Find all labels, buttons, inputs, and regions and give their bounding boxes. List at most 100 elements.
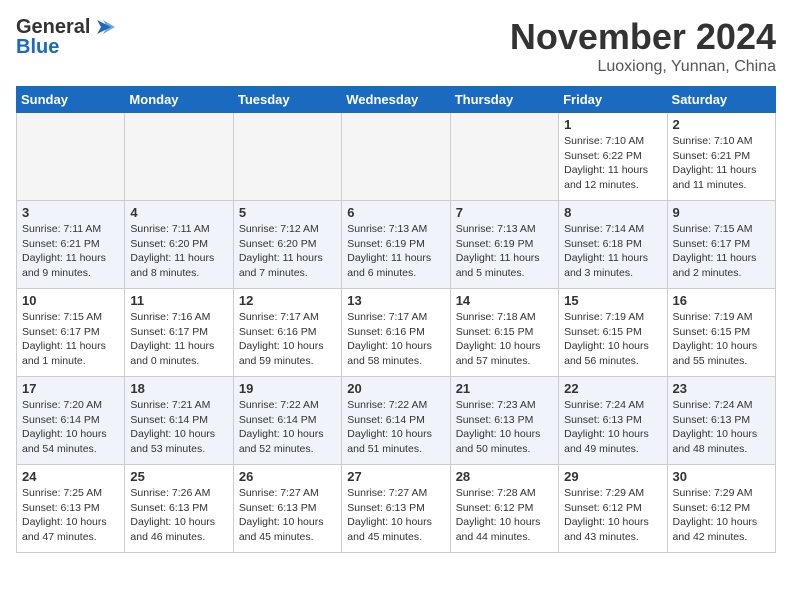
calendar-cell: 7Sunrise: 7:13 AM Sunset: 6:19 PM Daylig… [450, 201, 558, 289]
day-number: 28 [456, 469, 553, 484]
weekday-header-thursday: Thursday [450, 87, 558, 113]
calendar-cell: 25 Sunrise: 7:26 AM Sunset: 6:13 PM Dayli… [125, 465, 233, 553]
calendar-week-row: 3Sunrise: 7:11 AM Sunset: 6:21 PM Daylig… [17, 201, 776, 289]
day-number: 20 [347, 381, 444, 396]
logo-general: General [16, 16, 90, 38]
day-number: 21 [456, 381, 553, 396]
day-number: 27 [347, 469, 444, 484]
day-info: Sunrise: 7:25 AM Sunset: 6:13 PM Dayligh… [22, 486, 119, 545]
logo-text-block: General Blue [16, 16, 115, 58]
calendar-week-row: 10 Sunrise: 7:15 AM Sunset: 6:17 PM Dayli… [17, 289, 776, 377]
day-number: 8 [564, 205, 661, 220]
calendar-cell: 18 Sunrise: 7:21 AM Sunset: 6:14 PM Dayli… [125, 377, 233, 465]
day-info: Sunrise: 7:18 AM Sunset: 6:15 PM Dayligh… [456, 310, 553, 369]
day-number: 29 [564, 469, 661, 484]
day-info: Sunrise: 7:10 AM Sunset: 6:22 PM Dayligh… [564, 134, 661, 193]
calendar-cell: 24Sunrise: 7:25 AM Sunset: 6:13 PM Dayli… [17, 465, 125, 553]
day-info: Sunrise: 7:22 AM Sunset: 6:14 PM Dayligh… [347, 398, 444, 457]
calendar-cell: 30Sunrise: 7:29 AM Sunset: 6:12 PM Dayli… [667, 465, 775, 553]
day-number: 15 [564, 293, 661, 308]
weekday-header-monday: Monday [125, 87, 233, 113]
calendar-week-row: 17 Sunrise: 7:20 AM Sunset: 6:14 PM Dayli… [17, 377, 776, 465]
day-number: 4 [130, 205, 227, 220]
calendar-cell: 3Sunrise: 7:11 AM Sunset: 6:21 PM Daylig… [17, 201, 125, 289]
day-info: Sunrise: 7:19 AM Sunset: 6:15 PM Dayligh… [564, 310, 661, 369]
day-info: Sunrise: 7:17 AM Sunset: 6:16 PM Dayligh… [239, 310, 336, 369]
day-number: 6 [347, 205, 444, 220]
day-info: Sunrise: 7:11 AM Sunset: 6:20 PM Dayligh… [130, 222, 227, 281]
day-number: 25 [130, 469, 227, 484]
month-title: November 2024 [510, 16, 776, 58]
day-number: 30 [673, 469, 770, 484]
calendar-cell: 29 Sunrise: 7:29 AM Sunset: 6:12 PM Dayli… [559, 465, 667, 553]
day-info: Sunrise: 7:23 AM Sunset: 6:13 PM Dayligh… [456, 398, 553, 457]
calendar-cell: 23Sunrise: 7:24 AM Sunset: 6:13 PM Dayli… [667, 377, 775, 465]
location: Luoxiong, Yunnan, China [510, 58, 776, 76]
calendar-cell: 1Sunrise: 7:10 AM Sunset: 6:22 PM Daylig… [559, 113, 667, 201]
page-header: General Blue November 2024 Luoxiong, Yun… [16, 16, 776, 76]
day-info: Sunrise: 7:27 AM Sunset: 6:13 PM Dayligh… [239, 486, 336, 545]
title-block: November 2024 Luoxiong, Yunnan, China [510, 16, 776, 76]
day-info: Sunrise: 7:13 AM Sunset: 6:19 PM Dayligh… [347, 222, 444, 281]
day-number: 5 [239, 205, 336, 220]
day-info: Sunrise: 7:26 AM Sunset: 6:13 PM Dayligh… [130, 486, 227, 545]
calendar-cell: 21 Sunrise: 7:23 AM Sunset: 6:13 PM Dayli… [450, 377, 558, 465]
day-info: Sunrise: 7:15 AM Sunset: 6:17 PM Dayligh… [22, 310, 119, 369]
day-number: 9 [673, 205, 770, 220]
day-number: 12 [239, 293, 336, 308]
logo-arrow-icon [93, 16, 115, 38]
calendar-cell: 19Sunrise: 7:22 AM Sunset: 6:14 PM Dayli… [233, 377, 341, 465]
calendar-cell [125, 113, 233, 201]
calendar-cell [233, 113, 341, 201]
day-info: Sunrise: 7:29 AM Sunset: 6:12 PM Dayligh… [564, 486, 661, 545]
day-info: Sunrise: 7:10 AM Sunset: 6:21 PM Dayligh… [673, 134, 770, 193]
day-number: 26 [239, 469, 336, 484]
calendar-cell: 4 Sunrise: 7:11 AM Sunset: 6:20 PM Daylig… [125, 201, 233, 289]
calendar-cell: 26 Sunrise: 7:27 AM Sunset: 6:13 PM Dayli… [233, 465, 341, 553]
calendar-week-row: 1Sunrise: 7:10 AM Sunset: 6:22 PM Daylig… [17, 113, 776, 201]
calendar-cell: 17 Sunrise: 7:20 AM Sunset: 6:14 PM Dayli… [17, 377, 125, 465]
day-number: 18 [130, 381, 227, 396]
calendar-cell: 10 Sunrise: 7:15 AM Sunset: 6:17 PM Dayli… [17, 289, 125, 377]
day-info: Sunrise: 7:27 AM Sunset: 6:13 PM Dayligh… [347, 486, 444, 545]
calendar-cell: 14 Sunrise: 7:18 AM Sunset: 6:15 PM Dayli… [450, 289, 558, 377]
weekday-header-wednesday: Wednesday [342, 87, 450, 113]
calendar-cell: 5Sunrise: 7:12 AM Sunset: 6:20 PM Daylig… [233, 201, 341, 289]
calendar-cell: 15 Sunrise: 7:19 AM Sunset: 6:15 PM Dayli… [559, 289, 667, 377]
day-number: 14 [456, 293, 553, 308]
weekday-header-sunday: Sunday [17, 87, 125, 113]
calendar-cell: 27 Sunrise: 7:27 AM Sunset: 6:13 PM Dayli… [342, 465, 450, 553]
day-number: 17 [22, 381, 119, 396]
weekday-header-row: SundayMondayTuesdayWednesdayThursdayFrid… [17, 87, 776, 113]
day-info: Sunrise: 7:11 AM Sunset: 6:21 PM Dayligh… [22, 222, 119, 281]
calendar-cell [342, 113, 450, 201]
day-info: Sunrise: 7:19 AM Sunset: 6:15 PM Dayligh… [673, 310, 770, 369]
calendar-cell: 2 Sunrise: 7:10 AM Sunset: 6:21 PM Daylig… [667, 113, 775, 201]
calendar-table: SundayMondayTuesdayWednesdayThursdayFrid… [16, 86, 776, 553]
day-info: Sunrise: 7:16 AM Sunset: 6:17 PM Dayligh… [130, 310, 227, 369]
day-info: Sunrise: 7:14 AM Sunset: 6:18 PM Dayligh… [564, 222, 661, 281]
day-info: Sunrise: 7:20 AM Sunset: 6:14 PM Dayligh… [22, 398, 119, 457]
logo-blue: Blue [16, 36, 59, 58]
weekday-header-saturday: Saturday [667, 87, 775, 113]
day-info: Sunrise: 7:28 AM Sunset: 6:12 PM Dayligh… [456, 486, 553, 545]
calendar-cell [17, 113, 125, 201]
day-info: Sunrise: 7:24 AM Sunset: 6:13 PM Dayligh… [673, 398, 770, 457]
calendar-cell: 20 Sunrise: 7:22 AM Sunset: 6:14 PM Dayli… [342, 377, 450, 465]
day-number: 13 [347, 293, 444, 308]
calendar-cell: 12 Sunrise: 7:17 AM Sunset: 6:16 PM Dayli… [233, 289, 341, 377]
logo: General Blue [16, 16, 115, 58]
day-number: 10 [22, 293, 119, 308]
day-info: Sunrise: 7:15 AM Sunset: 6:17 PM Dayligh… [673, 222, 770, 281]
day-info: Sunrise: 7:13 AM Sunset: 6:19 PM Dayligh… [456, 222, 553, 281]
weekday-header-friday: Friday [559, 87, 667, 113]
day-number: 19 [239, 381, 336, 396]
calendar-cell: 11Sunrise: 7:16 AM Sunset: 6:17 PM Dayli… [125, 289, 233, 377]
day-number: 22 [564, 381, 661, 396]
calendar-cell: 22 Sunrise: 7:24 AM Sunset: 6:13 PM Dayli… [559, 377, 667, 465]
calendar-cell: 13Sunrise: 7:17 AM Sunset: 6:16 PM Dayli… [342, 289, 450, 377]
day-info: Sunrise: 7:21 AM Sunset: 6:14 PM Dayligh… [130, 398, 227, 457]
calendar-cell [450, 113, 558, 201]
day-info: Sunrise: 7:24 AM Sunset: 6:13 PM Dayligh… [564, 398, 661, 457]
day-number: 2 [673, 117, 770, 132]
